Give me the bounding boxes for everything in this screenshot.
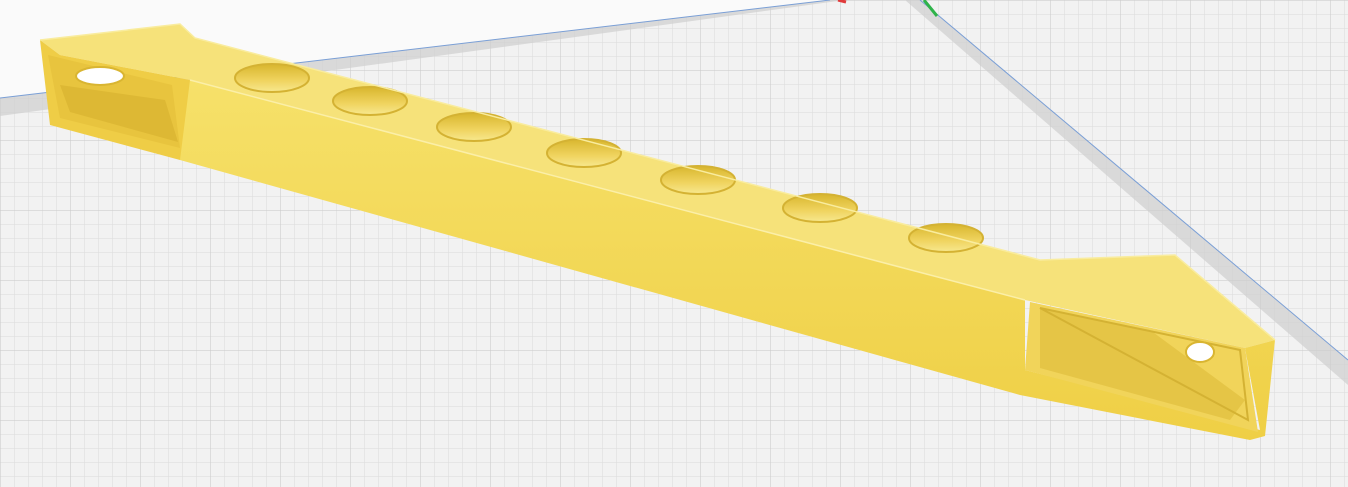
hole-icon	[546, 138, 622, 168]
3d-viewport[interactable]	[0, 0, 1348, 487]
hole-icon	[1185, 341, 1215, 363]
axis-x-icon	[837, 0, 847, 4]
hole-icon	[436, 112, 512, 142]
hole-icon	[782, 193, 858, 223]
hole-icon	[75, 66, 125, 86]
hole-icon	[234, 63, 310, 93]
build-plate-scene[interactable]	[0, 0, 1348, 487]
